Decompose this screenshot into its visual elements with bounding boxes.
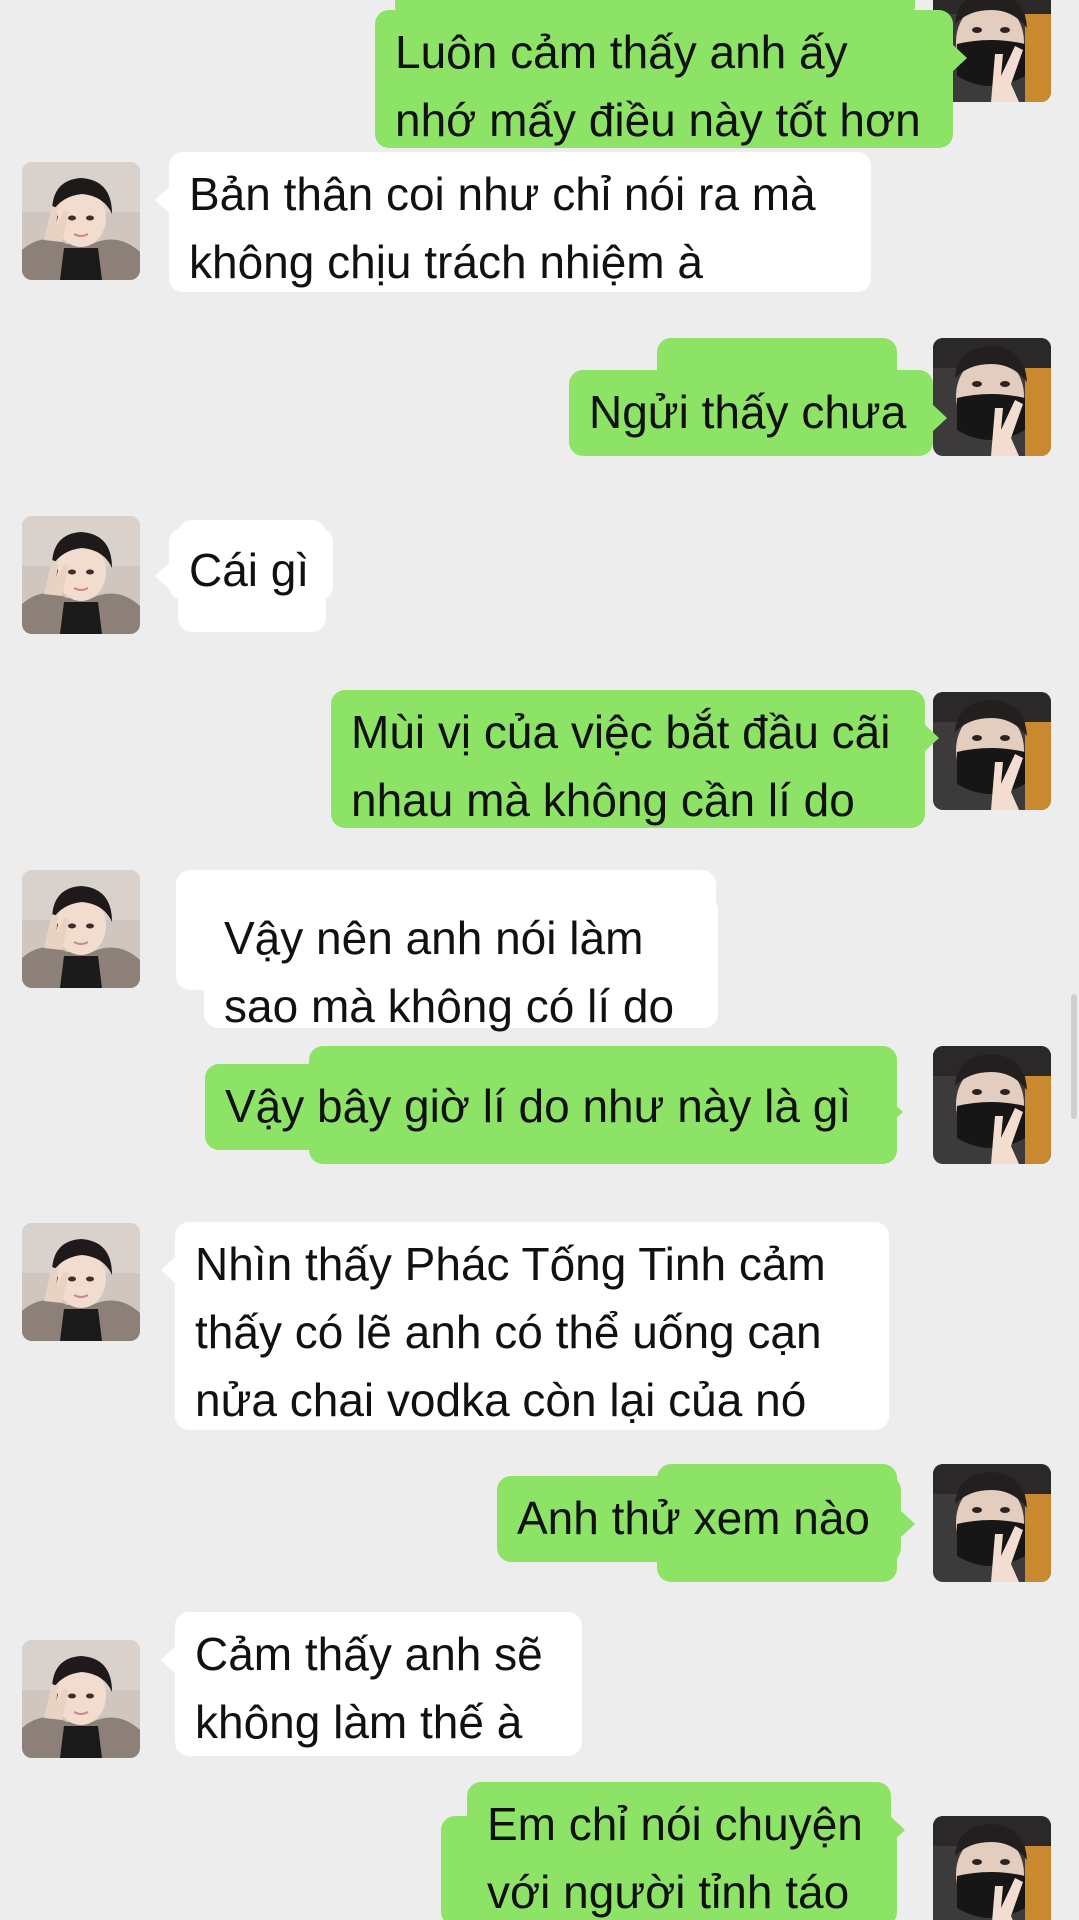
contact-avatar-left[interactable] xyxy=(22,162,140,280)
message-bubble-in[interactable]: Vậy nên anh nói làm sao mà không có lí d… xyxy=(190,896,718,1032)
message-bubble-in[interactable]: Cái gì xyxy=(155,528,333,600)
avatar-dark-hair-icon xyxy=(22,516,140,634)
avatar-dark-hair-icon xyxy=(22,870,140,988)
chat-thread[interactable]: Luôn cảm thấy anh ấy nhớ mấy điều này tố… xyxy=(0,0,1079,1920)
message-bubble-out[interactable]: Em chỉ nói chuyện với người tỉnh táo xyxy=(467,1782,905,1920)
message-bubble-in[interactable]: Bản thân coi như chỉ nói ra mà không chị… xyxy=(155,152,871,292)
message-bubble-out[interactable]: Anh thử xem nào xyxy=(497,1476,915,1562)
avatar-black-mask-icon xyxy=(933,338,1051,456)
contact-avatar-left[interactable] xyxy=(22,870,140,988)
avatar-dark-hair-icon xyxy=(22,162,140,280)
contact-avatar-right[interactable] xyxy=(933,1464,1051,1582)
avatar-black-mask-icon xyxy=(933,1046,1051,1164)
message-bubble-out[interactable]: Mùi vị của việc bắt đầu cãi nhau mà khôn… xyxy=(331,690,939,828)
contact-avatar-left[interactable] xyxy=(22,1223,140,1341)
avatar-dark-hair-icon xyxy=(22,1223,140,1341)
contact-avatar-right[interactable] xyxy=(933,338,1051,456)
contact-avatar-left[interactable] xyxy=(22,516,140,634)
message-bubble-out[interactable]: Luôn cảm thấy anh ấy nhớ mấy điều này tố… xyxy=(375,10,967,148)
message-bubble-in[interactable]: Nhìn thấy Phác Tống Tinh cảm thấy có lẽ … xyxy=(161,1222,889,1430)
contact-avatar-right[interactable] xyxy=(933,692,1051,810)
message-bubble-out[interactable]: Ngửi thấy chưa xyxy=(569,370,947,456)
contact-avatar-right[interactable] xyxy=(933,1816,1051,1920)
message-bubble-out[interactable]: Vậy bây giờ lí do như này là gì xyxy=(205,1064,903,1150)
contact-avatar-right[interactable] xyxy=(933,1046,1051,1164)
avatar-dark-hair-icon xyxy=(22,1640,140,1758)
avatar-black-mask-icon xyxy=(933,1816,1051,1920)
avatar-black-mask-icon xyxy=(933,692,1051,810)
message-bubble-in[interactable]: Cảm thấy anh sẽ không làm thế à xyxy=(161,1612,582,1756)
scrollbar[interactable] xyxy=(1071,994,1077,1119)
contact-avatar-left[interactable] xyxy=(22,1640,140,1758)
avatar-black-mask-icon xyxy=(933,1464,1051,1582)
